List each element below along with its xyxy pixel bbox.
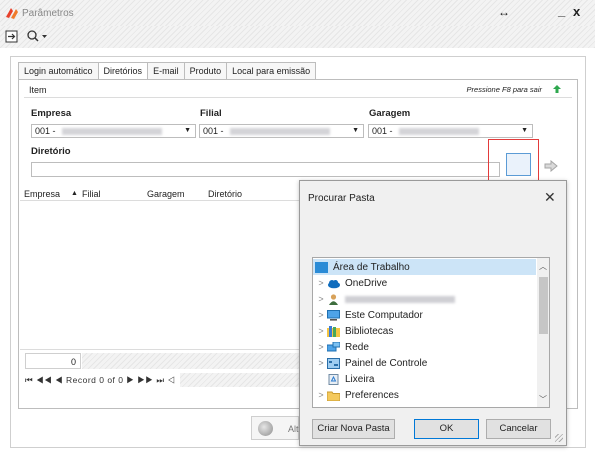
tree-item-user[interactable]: > xyxy=(313,291,455,307)
col-garagem[interactable]: Garagem xyxy=(147,189,185,199)
tree-item-area-de-trabalho[interactable]: Área de Trabalho xyxy=(313,259,536,275)
tree-item-lixeira[interactable]: Lixeira xyxy=(313,371,374,387)
network-icon xyxy=(327,341,340,351)
expand-icon[interactable]: > xyxy=(315,278,327,288)
gear-icon xyxy=(258,421,273,436)
folder-tree: Área de Trabalho > OneDrive > > Este Com… xyxy=(312,257,550,408)
ok-button[interactable]: OK xyxy=(414,419,479,439)
record-count: 0 xyxy=(25,353,81,369)
tab-email[interactable]: E-mail xyxy=(147,62,185,80)
control-panel-icon xyxy=(327,357,340,369)
tree-item-rede[interactable]: > Rede xyxy=(313,339,369,355)
tree-item-onedrive[interactable]: > OneDrive xyxy=(313,275,387,291)
browse-folder-dialog: Procurar Pasta ✕ Área de Trabalho > OneD… xyxy=(299,180,567,446)
item-bar: Item Pressione F8 para sair xyxy=(24,82,572,98)
tree-item-label: Este Computador xyxy=(345,309,423,321)
item-label: Item xyxy=(29,85,47,95)
garagem-value: 001 - xyxy=(372,126,393,136)
desktop-icon xyxy=(315,261,328,273)
scroll-up-icon[interactable]: ︿ xyxy=(539,261,547,272)
garagem-select[interactable]: 001 - ▼ xyxy=(368,124,533,138)
filial-label: Filial xyxy=(200,108,222,119)
garagem-label: Garagem xyxy=(369,108,411,119)
filial-value: 001 - xyxy=(203,126,224,136)
recycle-bin-icon xyxy=(328,373,339,385)
browse-folder-button[interactable] xyxy=(506,153,531,176)
dialog-close-button[interactable]: ✕ xyxy=(544,189,556,206)
alterar-button[interactable]: Alt xyxy=(251,416,299,440)
arrow-right-icon[interactable] xyxy=(544,160,558,172)
diretorio-input[interactable] xyxy=(31,162,500,177)
redacted-text xyxy=(398,128,479,136)
exit-icon[interactable] xyxy=(5,30,18,43)
tree-item-preferences[interactable]: > Preferences xyxy=(313,387,399,403)
cancel-button[interactable]: Cancelar xyxy=(486,419,551,439)
expand-icon[interactable]: > xyxy=(315,294,327,304)
tree-item-painel-de-controle[interactable]: > Painel de Controle xyxy=(313,355,427,371)
tab-local-emissao[interactable]: Local para emissão xyxy=(226,62,317,80)
tree-item-label: Lixeira xyxy=(345,373,375,385)
expand-icon[interactable]: > xyxy=(315,390,327,400)
expand-icon[interactable]: > xyxy=(315,358,327,368)
folder-icon xyxy=(327,391,340,401)
filial-select[interactable]: 001 - ▼ xyxy=(199,124,364,138)
tree-item-label: Bibliotecas xyxy=(345,325,394,337)
computer-icon xyxy=(327,309,340,321)
library-icon xyxy=(327,325,340,337)
tab-strip: Login automático Diretórios E-mail Produ… xyxy=(18,62,317,81)
col-filial[interactable]: Filial xyxy=(82,189,101,199)
tree-item-label: Rede xyxy=(345,341,369,353)
scroll-down-icon[interactable]: ﹀ xyxy=(539,394,547,405)
tree-item-label: Painel de Controle xyxy=(345,357,428,369)
zoom-icon[interactable] xyxy=(26,29,48,43)
diretorio-label: Diretório xyxy=(31,146,71,157)
grid-header: Empresa ▲ Filial Garagem Diretório xyxy=(20,185,300,201)
dialog-title: Procurar Pasta xyxy=(308,193,375,204)
col-diretorio[interactable]: Diretório xyxy=(208,189,242,199)
cloud-icon xyxy=(328,279,340,288)
divider xyxy=(20,349,300,350)
tab-produto[interactable]: Produto xyxy=(183,62,228,80)
window-title: Parâmetros xyxy=(22,8,74,19)
col-empresa[interactable]: Empresa xyxy=(24,189,60,199)
sort-asc-icon: ▲ xyxy=(71,190,78,197)
chevron-down-icon: ▼ xyxy=(352,127,359,134)
empresa-label: Empresa xyxy=(31,108,72,119)
app-logo-icon xyxy=(6,8,18,19)
minimize-button[interactable]: _ xyxy=(558,3,565,18)
navigator-filler xyxy=(180,373,300,387)
alterar-label: Alt xyxy=(288,424,299,434)
tree-item-label: Preferences xyxy=(345,389,399,401)
scroll-thumb[interactable] xyxy=(539,277,548,334)
empresa-select[interactable]: 001 - ▼ xyxy=(31,124,196,138)
tree-item-este-computador[interactable]: > Este Computador xyxy=(313,307,423,323)
expand-icon[interactable]: > xyxy=(315,326,327,336)
resize-grip[interactable] xyxy=(555,434,563,442)
chevron-down-icon: ▼ xyxy=(184,127,191,134)
exit-hint: Pressione F8 para sair xyxy=(466,85,542,94)
record-navigator[interactable]: ⏮ ◀◀ ◀ Record 0 of 0 ▶ ▶▶ ⏭ ◁ xyxy=(25,375,175,386)
tree-item-label: Área de Trabalho xyxy=(333,261,410,273)
redacted-username xyxy=(345,295,455,303)
grid-body xyxy=(20,202,300,350)
redacted-text xyxy=(61,128,162,136)
tree-item-bibliotecas[interactable]: > Bibliotecas xyxy=(313,323,393,339)
tab-login-automatico[interactable]: Login automático xyxy=(18,62,99,80)
empresa-value: 001 - xyxy=(35,126,56,136)
new-folder-button[interactable]: Criar Nova Pasta xyxy=(312,419,395,439)
restore-button[interactable]: ↔ xyxy=(498,5,510,19)
arrow-up-icon[interactable] xyxy=(552,84,562,94)
footer-filler xyxy=(82,353,300,369)
user-icon xyxy=(329,293,338,305)
tree-scrollbar[interactable]: ︿ ﹀ xyxy=(537,258,549,407)
tree-item-label: OneDrive xyxy=(345,277,388,289)
expand-icon[interactable]: > xyxy=(315,342,327,352)
title-bar: Parâmetros ↔ _ x xyxy=(0,0,595,26)
redacted-text xyxy=(229,128,330,136)
toolbar xyxy=(0,26,595,48)
close-button[interactable]: x xyxy=(573,4,580,19)
expand-icon[interactable]: > xyxy=(315,310,327,320)
chevron-down-icon: ▼ xyxy=(521,127,528,134)
